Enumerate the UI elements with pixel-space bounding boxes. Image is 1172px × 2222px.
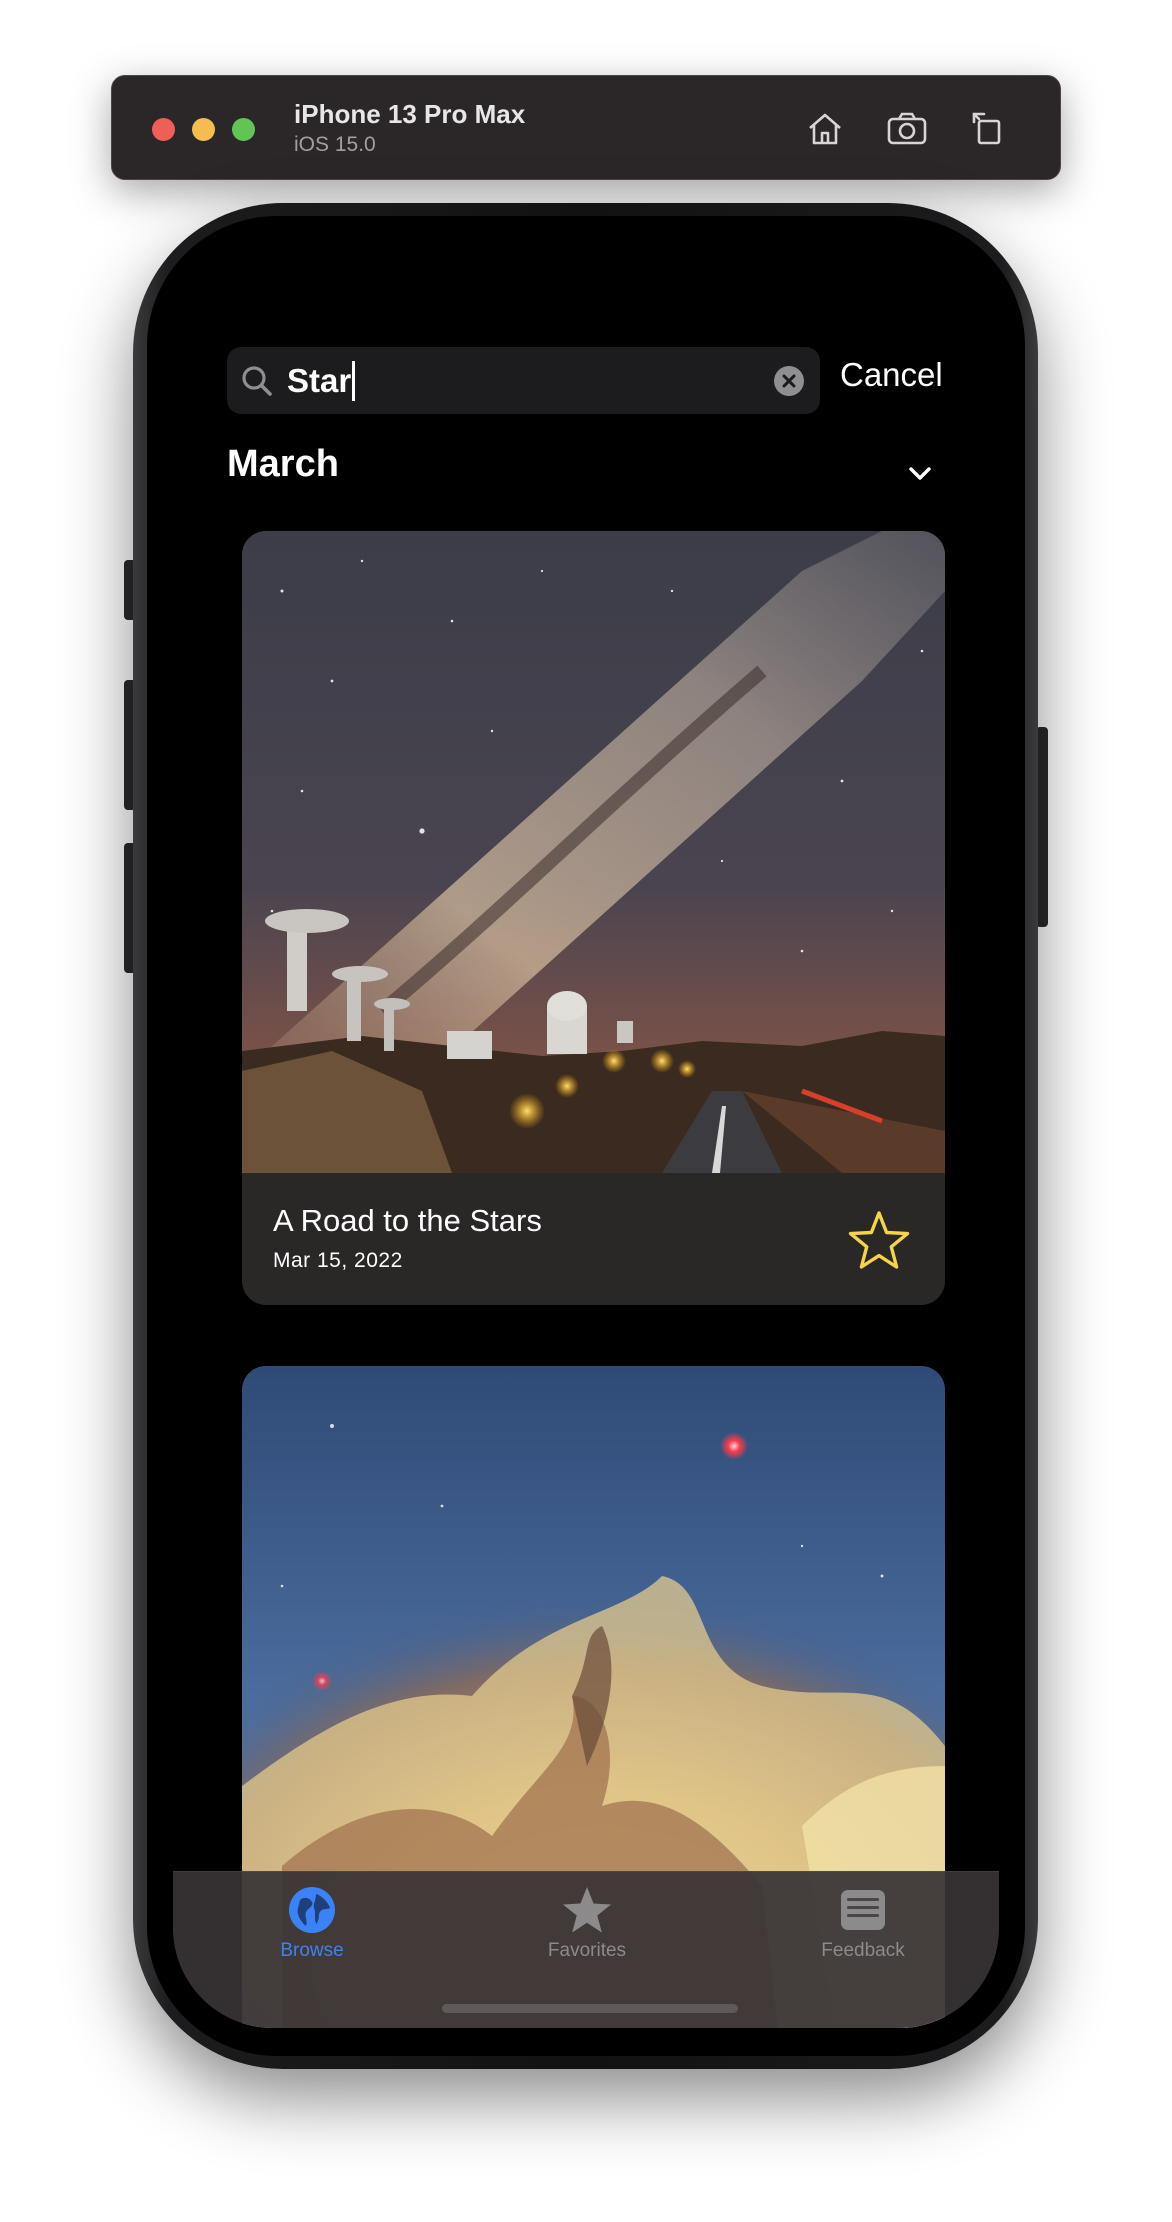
feedback-icon — [841, 1890, 885, 1930]
simulator-title-bar: iPhone 13 Pro Max iOS 15.0 — [111, 75, 1061, 180]
close-window-button[interactable] — [152, 118, 175, 141]
app-content: Star Cancel March A Road to the Stars Ma… — [173, 216, 999, 2028]
card-title: A Road to the Stars — [273, 1203, 542, 1238]
clear-search-icon[interactable] — [773, 365, 805, 397]
search-text: Star — [287, 362, 352, 399]
photo-card[interactable]: A Road to the Stars Mar 15, 2022 — [242, 531, 945, 1305]
home-icon[interactable] — [802, 106, 848, 152]
minimize-window-button[interactable] — [192, 118, 215, 141]
tab-label-browse: Browse — [280, 1940, 344, 1961]
phone-screen: Star Cancel March A Road to the Stars Ma… — [147, 216, 1025, 2056]
zoom-window-button[interactable] — [232, 118, 255, 141]
tab-label-favorites: Favorites — [547, 1940, 627, 1961]
tab-label-feedback: Feedback — [821, 1940, 905, 1961]
os-version: iOS 15.0 — [294, 133, 376, 156]
section-title: March — [227, 443, 339, 485]
search-input[interactable]: Star — [227, 347, 820, 414]
card-image-milky-way — [242, 531, 945, 1173]
tab-favorites[interactable]: Favorites — [507, 1884, 667, 1962]
tab-feedback[interactable]: Feedback — [783, 1884, 943, 1962]
device-name: iPhone 13 Pro Max — [294, 99, 526, 129]
chevron-down-icon[interactable] — [903, 456, 937, 490]
card-date: Mar 15, 2022 — [273, 1249, 403, 1272]
cancel-button[interactable]: Cancel — [840, 356, 943, 394]
globe-icon — [289, 1887, 335, 1933]
home-indicator — [442, 2004, 738, 2013]
star-icon — [563, 1887, 611, 1933]
text-cursor — [352, 361, 356, 401]
favorite-star-icon[interactable] — [846, 1208, 912, 1274]
search-icon — [242, 366, 272, 396]
tab-browse[interactable]: Browse — [232, 1884, 392, 1962]
rotate-icon[interactable] — [964, 106, 1010, 152]
screenshot-icon[interactable] — [884, 106, 930, 152]
